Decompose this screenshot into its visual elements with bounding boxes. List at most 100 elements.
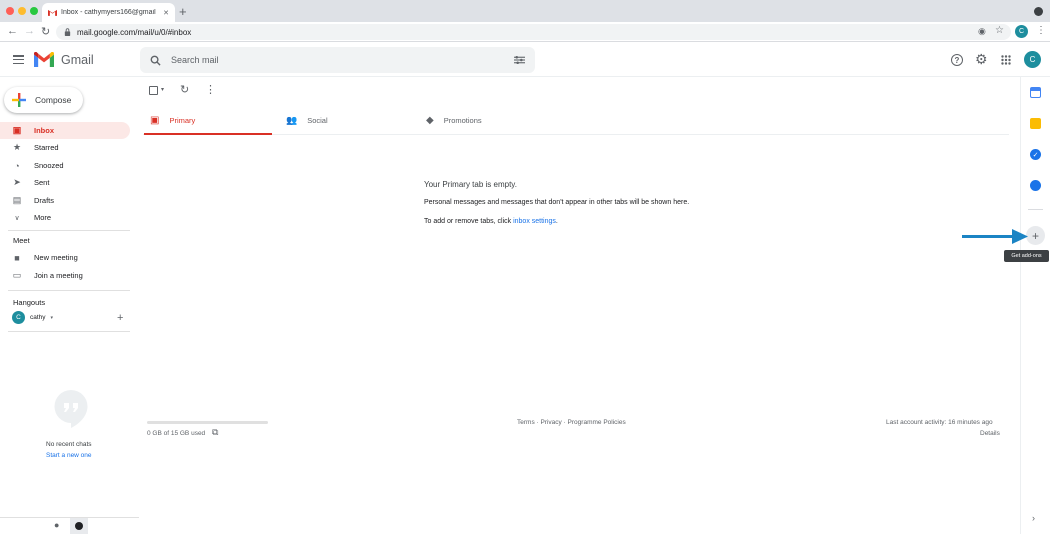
sidebar-item-new-meeting[interactable]: ■ New meeting: [0, 249, 130, 266]
account-avatar[interactable]: C: [1024, 51, 1041, 68]
reload-icon[interactable]: ↻: [41, 25, 50, 38]
forward-arrow-icon[interactable]: →: [24, 25, 35, 37]
minimize-window-icon[interactable]: [18, 7, 26, 15]
contacts-person-icon[interactable]: ●: [54, 520, 59, 530]
clock-icon: ◔: [14, 160, 20, 171]
sidebar-item-inbox[interactable]: ▣ Inbox: [0, 122, 130, 139]
hangouts-username: cathy: [30, 314, 46, 321]
browser-profile-avatar[interactable]: C: [1015, 25, 1028, 38]
start-new-chat-link[interactable]: Start a new one: [46, 452, 92, 459]
settings-gear-icon[interactable]: ⚙: [975, 51, 988, 68]
get-add-ons-button[interactable]: +: [1026, 226, 1045, 245]
browser-tab-inbox[interactable]: Inbox - cathymyers166@gmail ✕: [42, 3, 175, 22]
sidebar-item-more[interactable]: ∨ More: [0, 209, 130, 226]
sidebar-item-label: Snoozed: [34, 161, 64, 170]
sidebar-item-sent[interactable]: ➤ Sent: [0, 174, 130, 191]
compose-button[interactable]: Compose: [4, 87, 83, 113]
sidebar-item-label: Join a meeting: [34, 271, 83, 280]
help-icon[interactable]: ?: [951, 54, 963, 66]
apps-grid-icon[interactable]: [1001, 55, 1011, 65]
lock-icon: [64, 28, 71, 36]
sidebar-item-starred[interactable]: ★ Starred: [0, 139, 130, 156]
contacts-icon[interactable]: [1030, 180, 1041, 191]
storage-bar: [147, 421, 268, 424]
chat-bubble-icon: [54, 390, 88, 428]
empty-state-description: Personal messages and messages that don'…: [424, 199, 690, 206]
new-tab-button[interactable]: +: [179, 4, 187, 19]
footer-links[interactable]: Terms · Privacy · Programme Policies: [517, 419, 626, 426]
sidebar-item-label: Starred: [34, 143, 59, 152]
star-icon: ★: [12, 142, 22, 152]
draft-icon: ▤: [12, 195, 22, 205]
sidebar-item-label: Inbox: [34, 126, 54, 135]
refresh-icon[interactable]: ↻: [180, 83, 189, 96]
annotation-arrow-icon: [962, 229, 1028, 244]
close-window-icon[interactable]: [6, 7, 14, 15]
people-icon: 👥: [286, 114, 298, 125]
last-activity-text: Last account activity: 16 minutes ago: [886, 419, 993, 426]
url-field[interactable]: mail.google.com/mail/u/0/#inbox: [56, 24, 1011, 40]
inbox-settings-link[interactable]: inbox settings: [513, 218, 556, 225]
gmail-logo[interactable]: Gmail: [34, 52, 94, 67]
select-dropdown-icon[interactable]: ▾: [161, 86, 164, 93]
gmail-m-icon: [34, 52, 54, 67]
more-options-icon[interactable]: ⋮: [205, 83, 216, 96]
get-add-ons-tooltip: Get add-ons: [1004, 250, 1049, 262]
browser-menu-icon[interactable]: [1034, 7, 1043, 16]
hangouts-add-icon[interactable]: +: [117, 312, 123, 324]
main-menu-icon[interactable]: [13, 55, 24, 64]
sidebar-item-join-meeting[interactable]: ▭ Join a meeting: [0, 267, 130, 284]
sidebar-item-label: Sent: [34, 178, 50, 187]
account-avatar-initial: C: [1029, 55, 1036, 64]
calendar-icon[interactable]: [1030, 87, 1041, 98]
tab-label: Promotions: [443, 115, 482, 125]
tab-close-icon[interactable]: ✕: [163, 9, 169, 17]
side-panel-divider: [1020, 77, 1021, 534]
compose-label: Compose: [35, 95, 72, 105]
sidebar-item-label: New meeting: [34, 253, 78, 262]
tasks-icon[interactable]: ✓: [1030, 149, 1041, 160]
sidebar-item-snoozed[interactable]: ◔ Snoozed: [0, 157, 130, 174]
search-icon[interactable]: [150, 55, 161, 66]
sidebar-divider: [8, 331, 130, 332]
inbox-icon: ▣: [150, 114, 160, 126]
add-plus-icon: +: [1031, 228, 1039, 243]
tab-label: Social: [307, 115, 328, 125]
keep-icon[interactable]: [1030, 118, 1041, 129]
sidebar-item-drafts[interactable]: ▤ Drafts: [0, 192, 130, 209]
inbox-settings-suffix: .: [555, 218, 558, 225]
maximize-window-icon[interactable]: [30, 7, 38, 15]
tab-primary[interactable]: ▣ Primary: [144, 105, 272, 135]
empty-state-title: Your Primary tab is empty.: [424, 180, 517, 189]
tab-label: Primary: [169, 115, 196, 125]
inbox-settings-prefix: To add or remove tabs, click: [424, 218, 514, 225]
browser-kebab-icon[interactable]: ⋮: [1036, 25, 1046, 36]
search-bar[interactable]: Search mail: [140, 47, 535, 73]
browser-profile-initial: C: [1018, 28, 1025, 35]
sidebar-bottom-bar: ●: [0, 517, 139, 534]
tab-promotions[interactable]: ◆ Promotions: [420, 105, 548, 135]
activity-details-link[interactable]: Details: [980, 430, 1000, 437]
extension-eye-icon[interactable]: ◉: [978, 26, 986, 37]
select-all-checkbox[interactable]: [149, 86, 158, 95]
gmail-logo-text: Gmail: [61, 52, 94, 67]
hangouts-avatar: C: [12, 311, 25, 324]
expand-panel-chevron-icon[interactable]: ›: [1032, 513, 1035, 523]
browser-tab-bar: Inbox - cathymyers166@gmail ✕ +: [0, 0, 1050, 22]
url-text: mail.google.com/mail/u/0/#inbox: [77, 27, 192, 37]
hangouts-quote-icon[interactable]: [70, 518, 88, 534]
meet-section-label: Meet: [13, 236, 30, 245]
gmail-favicon-icon: [48, 9, 57, 16]
hangouts-section-label: Hangouts: [13, 298, 46, 307]
bookmark-star-icon[interactable]: ☆: [995, 25, 1004, 36]
back-arrow-icon[interactable]: ←: [7, 25, 18, 37]
hangouts-dropdown-icon[interactable]: ▾: [51, 315, 54, 321]
search-input[interactable]: Search mail: [171, 55, 504, 65]
tab-social[interactable]: 👥 Social: [280, 105, 408, 135]
hangouts-user[interactable]: C cathy ▾: [12, 311, 53, 324]
no-recent-chats-text: No recent chats: [46, 441, 92, 448]
manage-storage-icon[interactable]: ⧉: [212, 427, 218, 438]
video-icon: ■: [14, 252, 20, 263]
search-options-icon[interactable]: [514, 55, 525, 65]
browser-address-bar: ← → ↻ mail.google.com/mail/u/0/#inbox ◉ …: [0, 22, 1050, 42]
